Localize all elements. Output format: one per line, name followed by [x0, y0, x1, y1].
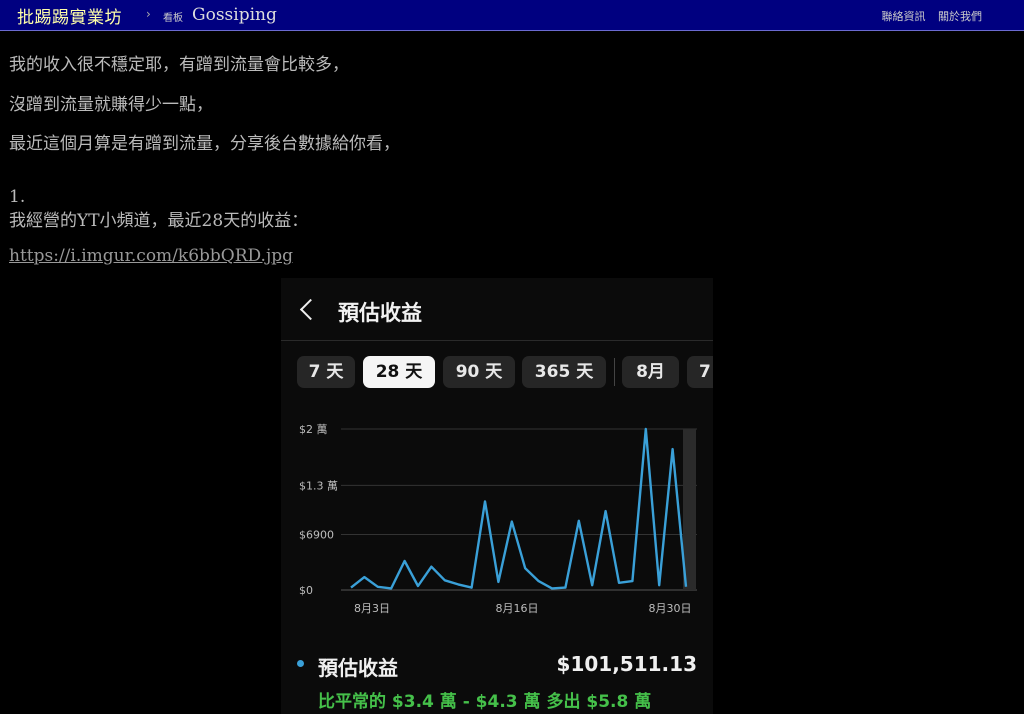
range-pill-28-days[interactable]: 28 天 — [363, 356, 435, 388]
range-pill-july[interactable]: 7 — [687, 356, 713, 388]
board-name-link[interactable]: Gossiping — [192, 5, 277, 25]
revenue-line-chart: $0 $6900 $1.3 萬 $2 萬 8月3日 8月16日 8月30日 — [299, 423, 697, 615]
revenue-series-line — [350, 427, 688, 590]
y-tick-label: $1.3 萬 — [299, 479, 338, 492]
site-logo-link[interactable]: 批踢踢實業坊 — [17, 3, 122, 28]
legend-dot — [297, 660, 304, 667]
y-tick-label: $2 萬 — [299, 423, 328, 436]
comparison-text: 比平常的 $3.4 萬 - $4.3 萬 多出 $5.8 萬 — [318, 692, 652, 712]
range-pill-90-days[interactable]: 90 天 — [443, 356, 515, 388]
range-pill-7-days[interactable]: 7 天 — [297, 356, 355, 388]
pill-divider — [614, 358, 615, 386]
article-line: 1. — [9, 187, 26, 207]
x-tick-label: 8月30日 — [649, 602, 692, 615]
nav-links: 聯絡資訊 關於我們 — [873, 8, 983, 24]
about-link[interactable]: 關於我們 — [938, 10, 982, 23]
article-line: 最近這個月算是有蹭到流量，分享後台數據給你看， — [9, 134, 400, 154]
article-line: 我的收入很不穩定耶，有蹭到流量會比較多， — [9, 55, 349, 75]
screenshot-title: 預估收益 — [338, 301, 422, 325]
article-line: 我經營的YT小頻道，最近28天的收益： — [9, 211, 309, 231]
x-tick-label: 8月3日 — [354, 602, 390, 615]
image-link[interactable]: https://i.imgur.com/k6bbQRD.jpg — [9, 246, 293, 266]
contact-link[interactable]: 聯絡資訊 — [882, 10, 926, 23]
x-tick-label: 8月16日 — [496, 602, 539, 615]
y-tick-label: $0 — [299, 584, 313, 597]
y-tick-label: $6900 — [299, 528, 334, 541]
top-navigation-bar: 批踢踢實業坊 › 看板 Gossiping 聯絡資訊 關於我們 — [0, 0, 1024, 31]
range-pill-august[interactable]: 8月 — [622, 356, 679, 388]
legend-label: 預估收益 — [318, 656, 398, 680]
estimated-revenue-value: $101,511.13 — [556, 652, 697, 676]
breadcrumb-separator: › — [146, 7, 151, 21]
board-label: 看板 — [163, 13, 183, 24]
range-pill-365-days[interactable]: 365 天 — [522, 356, 606, 388]
embedded-revenue-screenshot: 預估收益 7 天 28 天 90 天 365 天 8月 7 $0 $6900 $1.… — [281, 278, 713, 714]
image-url[interactable]: https://i.imgur.com/k6bbQRD.jpg — [9, 246, 293, 266]
screenshot-header: 預估收益 — [281, 278, 713, 341]
article-line: 沒蹭到流量就賺得少一點， — [9, 95, 213, 115]
chevron-left-icon[interactable] — [299, 298, 322, 321]
